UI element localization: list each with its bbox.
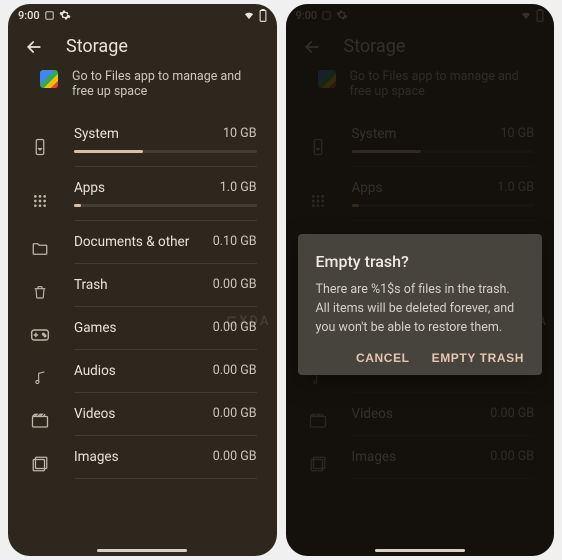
device-icon — [28, 138, 52, 156]
phone-right: 9:00 Storage — [286, 4, 555, 556]
files-app-icon — [40, 70, 58, 88]
row-label: Apps — [74, 180, 105, 196]
row-size: 0.00 GB — [213, 449, 257, 465]
row-size: 0.00 GB — [213, 277, 257, 293]
row-label: Videos — [74, 406, 115, 422]
empty-trash-button[interactable]: EMPTY TRASH — [432, 351, 524, 365]
row-size: 1.0 GB — [220, 180, 257, 196]
files-banner[interactable]: Go to Files app to manage and free up sp… — [8, 63, 277, 113]
gear-icon — [59, 9, 71, 21]
recent-apps-icon — [44, 10, 55, 21]
row-size: 0.10 GB — [213, 234, 257, 250]
gamepad-icon — [28, 328, 52, 342]
wifi-icon — [242, 10, 256, 21]
row-size: 0.00 GB — [213, 363, 257, 379]
header: Storage — [8, 26, 277, 63]
storage-list: System 10 GB Apps 1.0 GB Documents & other 0.… — [8, 113, 277, 479]
folder-icon — [28, 240, 52, 258]
storage-row-videos[interactable]: Videos 0.00 GB — [8, 393, 277, 436]
status-bar: 9:00 — [8, 4, 277, 26]
row-label: Documents & other — [74, 234, 189, 250]
storage-row-docs[interactable]: Documents & other 0.10 GB — [8, 221, 277, 264]
cancel-button[interactable]: CANCEL — [356, 351, 410, 365]
apps-icon — [28, 193, 52, 209]
storage-row-audios[interactable]: Audios 0.00 GB — [8, 350, 277, 393]
storage-row-images[interactable]: Images 0.00 GB — [8, 436, 277, 479]
empty-trash-dialog: Empty trash? There are %1$s of files in … — [298, 234, 543, 375]
battery-icon — [259, 9, 267, 22]
storage-row-trash[interactable]: Trash 0.00 GB — [8, 264, 277, 307]
banner-text: Go to Files app to manage and free up sp… — [72, 69, 257, 99]
storage-row-apps[interactable]: Apps 1.0 GB — [8, 167, 277, 221]
dialog-title: Empty trash? — [316, 252, 525, 271]
back-button[interactable] — [24, 37, 44, 57]
trash-icon — [28, 283, 52, 301]
row-size: 0.00 GB — [213, 406, 257, 422]
row-size: 10 GB — [223, 126, 256, 142]
row-label: Audios — [74, 363, 116, 379]
page-title: Storage — [66, 36, 128, 57]
dialog-body: There are %1$s of files in the trash. Al… — [316, 281, 525, 337]
row-label: Trash — [74, 277, 108, 293]
nav-handle[interactable] — [97, 549, 187, 552]
row-label: Games — [74, 320, 117, 336]
nav-handle[interactable] — [375, 549, 465, 552]
usage-bar — [74, 204, 257, 207]
status-time: 9:00 — [18, 9, 40, 22]
watermark: ⊑XDA — [226, 314, 270, 329]
music-icon — [28, 369, 52, 387]
storage-row-system[interactable]: System 10 GB — [8, 113, 277, 167]
video-icon — [28, 413, 52, 429]
row-label: System — [74, 126, 119, 142]
usage-bar — [74, 150, 257, 153]
images-icon — [28, 455, 52, 473]
phone-left: 9:00 Storage — [8, 4, 277, 556]
row-label: Images — [74, 449, 119, 465]
